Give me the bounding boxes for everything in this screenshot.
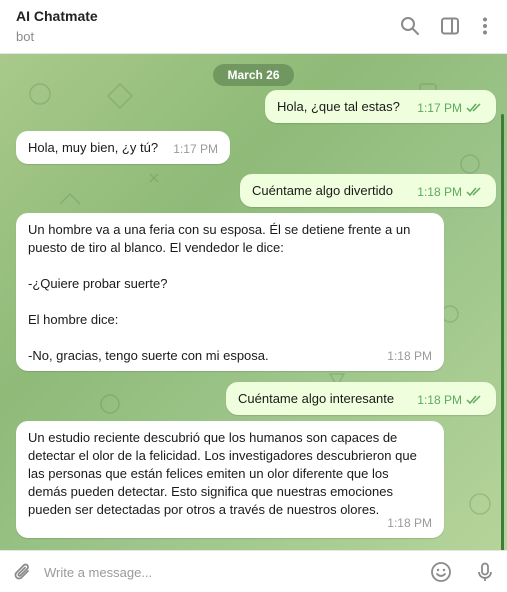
double-check-icon — [466, 395, 484, 405]
message-text: Cuéntame algo divertido — [252, 183, 393, 198]
message-text: Un estudio reciente descubrió que los hu… — [28, 430, 417, 517]
message-input[interactable] — [44, 560, 414, 584]
more-vertical-icon[interactable] — [474, 15, 496, 37]
message-time: 1:17 PM — [417, 101, 462, 115]
message-time: 1:17 PM — [173, 142, 218, 156]
chat-header: AI Chatmate bot — [0, 0, 507, 54]
search-icon[interactable] — [399, 15, 421, 37]
message-text: Un hombre va a una feria con su esposa. … — [28, 222, 411, 363]
message-text: Cuéntame algo interesante — [238, 391, 395, 406]
attach-icon[interactable] — [12, 561, 34, 583]
double-check-icon — [466, 187, 484, 197]
double-check-icon — [466, 103, 484, 113]
message-time: 1:18 PM — [387, 516, 432, 530]
message-meta: 1:17 PM — [417, 99, 484, 117]
message-composer — [0, 550, 507, 592]
emoji-icon[interactable] — [430, 561, 452, 583]
message-bubble-outgoing[interactable]: Hola, ¿que tal estas? 1:17 PM — [265, 90, 496, 123]
message-bubble-incoming[interactable]: Un estudio reciente descubrió que los hu… — [16, 421, 444, 538]
microphone-icon[interactable] — [474, 561, 496, 583]
chat-area[interactable]: March 26 Hola, ¿que tal estas? 1:17 PM H… — [0, 54, 507, 550]
chat-title[interactable]: AI Chatmate — [16, 8, 98, 24]
message-meta: 1:18 PM — [417, 391, 484, 409]
chat-scrollbar[interactable] — [501, 114, 504, 550]
message-text: Hola, muy bien, ¿y tú? — [28, 140, 159, 155]
message-time: 1:18 PM — [417, 393, 462, 407]
message-bubble-outgoing[interactable]: Cuéntame algo divertido 1:18 PM — [240, 174, 496, 207]
chat-subtitle: bot — [16, 29, 35, 44]
sidebar-toggle-icon[interactable] — [439, 15, 461, 37]
message-meta: 1:18 PM — [417, 183, 484, 201]
date-separator: March 26 — [213, 64, 294, 86]
message-time: 1:18 PM — [387, 349, 432, 363]
message-time: 1:18 PM — [417, 185, 462, 199]
message-text: Hola, ¿que tal estas? — [277, 99, 400, 114]
message-bubble-outgoing[interactable]: Cuéntame algo interesante 1:18 PM — [226, 382, 496, 415]
message-bubble-incoming[interactable]: Un hombre va a una feria con su esposa. … — [16, 213, 444, 371]
message-bubble-incoming[interactable]: Hola, muy bien, ¿y tú? 1:17 PM — [16, 131, 230, 164]
